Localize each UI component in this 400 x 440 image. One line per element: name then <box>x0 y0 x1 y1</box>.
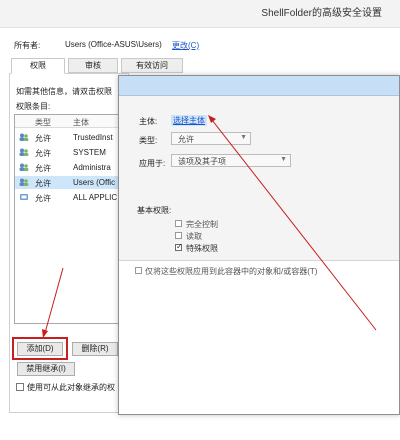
tab-permissions[interactable]: 权限 <box>11 58 65 74</box>
annotation-arrowhead <box>42 329 48 338</box>
annotation-arrow-to-principal <box>211 119 377 331</box>
annotation-arrowhead <box>208 115 216 123</box>
annotation-arrow-to-add <box>44 267 64 334</box>
